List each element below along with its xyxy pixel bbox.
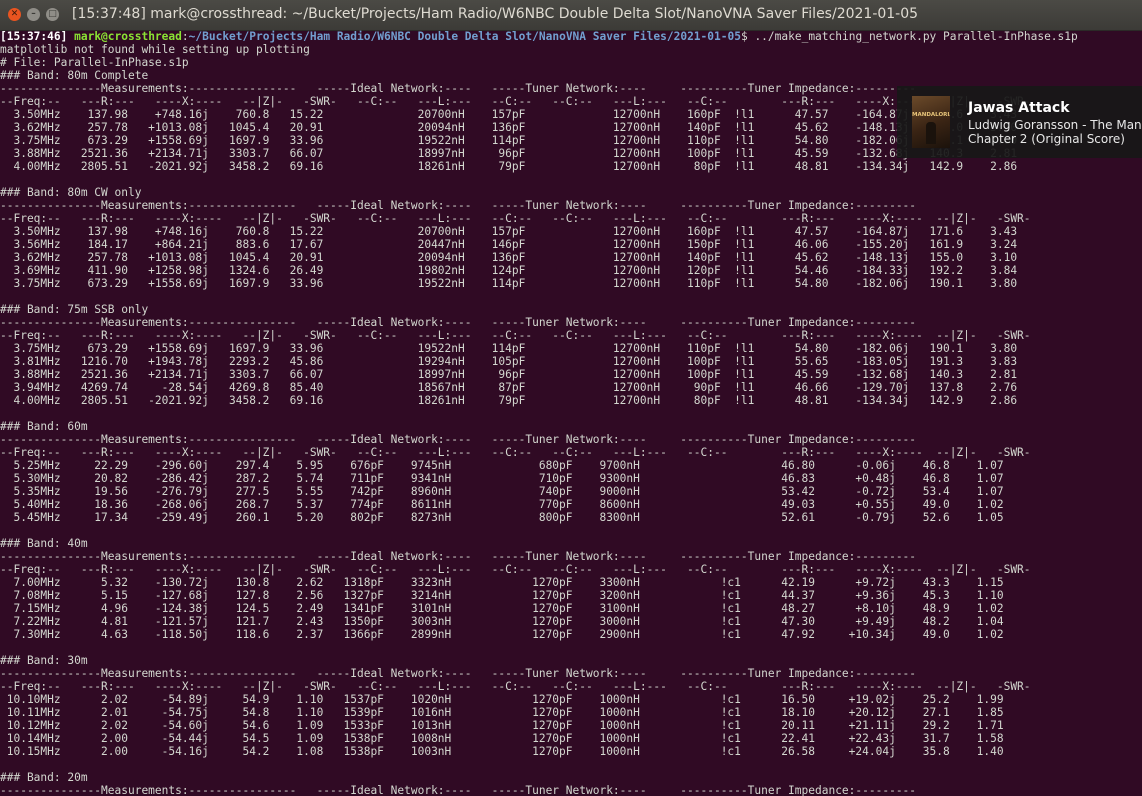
maximize-icon: □: [48, 9, 57, 19]
terminal-line: 3.69MHz 411.90 +1258.98j 1324.6 26.49 19…: [0, 264, 1018, 277]
terminal-line: 3.75MHz 673.29 +1558.69j 1697.9 33.96 19…: [0, 342, 1018, 355]
terminal-line: 3.50MHz 137.98 +748.16j 760.8 15.22 2070…: [0, 225, 1018, 238]
terminal-line: ### Band: 20m: [0, 771, 88, 784]
terminal-line: 10.10MHz 2.02 -54.89j 54.9 1.10 1537pF 1…: [0, 693, 1004, 706]
terminal-line: 4.00MHz 2805.51 -2021.92j 3458.2 69.16 1…: [0, 394, 1018, 407]
album-art-text: MANDALORIAN: [912, 112, 950, 118]
terminal-line: ---------------Measurements:------------…: [0, 433, 917, 446]
terminal-line: # File: Parallel-InPhase.s1p: [0, 56, 189, 69]
terminal-line: matplotlib not found while setting up pl…: [0, 43, 310, 56]
album-art-figure: [926, 122, 936, 144]
prompt-cwd: ~/Bucket/Projects/Ham Radio/W6NBC Double…: [188, 30, 741, 43]
minimize-icon: –: [31, 9, 36, 19]
minimize-window-button[interactable]: –: [27, 8, 40, 21]
terminal-line: ---------------Measurements:------------…: [0, 784, 917, 796]
terminal-line: --Freq:-- ---R:--- ----X:---- --|Z|- -SW…: [0, 446, 1031, 459]
prompt-dollar: $: [740, 30, 748, 43]
prompt-separator: :: [181, 30, 189, 43]
terminal-line: 5.30MHz 20.82 -286.42j 287.2 5.74 711pF …: [0, 472, 1004, 485]
terminal-line: 3.88MHz 2521.36 +2134.71j 3303.7 66.07 1…: [0, 368, 1018, 381]
terminal-line: ---------------Measurements:------------…: [0, 550, 917, 563]
terminal-line: 10.14MHz 2.00 -54.44j 54.5 1.09 1538pF 1…: [0, 732, 1004, 745]
terminal-line: 4.00MHz 2805.51 -2021.92j 3458.2 69.16 1…: [0, 160, 1018, 173]
terminal-line: ### Band: 30m: [0, 654, 88, 667]
notification-album: Chapter 2 (Original Score): [968, 132, 1125, 146]
terminal-line: 7.15MHz 4.96 -124.38j 124.5 2.49 1341pF …: [0, 602, 1004, 615]
terminal-line: 10.15MHz 2.00 -54.16j 54.2 1.08 1538pF 1…: [0, 745, 1004, 758]
terminal-line: ---------------Measurements:------------…: [0, 316, 917, 329]
terminal-line: 5.45MHz 17.34 -259.49j 260.1 5.20 802pF …: [0, 511, 1004, 524]
command-text: ../make_matching_network.py Parallel-InP…: [747, 30, 1078, 43]
terminal-line: 3.56MHz 184.17 +864.21j 883.6 17.67 2044…: [0, 238, 1018, 251]
terminal-line: 10.12MHz 2.02 -54.60j 54.6 1.09 1533pF 1…: [0, 719, 1004, 732]
terminal-line: ---------------Measurements:------------…: [0, 667, 917, 680]
terminal-line: --Freq:-- ---R:--- ----X:---- --|Z|- -SW…: [0, 329, 1031, 342]
terminal-line: ### Band: 80m Complete: [0, 69, 149, 82]
album-art: MANDALORIAN: [912, 96, 950, 148]
terminal-line: 5.40MHz 18.36 -268.06j 268.7 5.37 774pF …: [0, 498, 1004, 511]
terminal-line: 3.81MHz 1216.70 +1943.78j 2293.2 45.86 1…: [0, 355, 1018, 368]
terminal-line: ### Band: 60m: [0, 420, 88, 433]
prompt-time: [15:37:46]: [0, 30, 68, 43]
close-window-button[interactable]: ✕: [8, 8, 21, 21]
terminal-line: ---------------Measurements:------------…: [0, 199, 917, 212]
terminal-line: ### Band: 40m: [0, 537, 88, 550]
terminal-line: 5.25MHz 22.29 -296.60j 297.4 5.95 676pF …: [0, 459, 1004, 472]
terminal-line: --Freq:-- ---R:--- ----X:---- --|Z|- -SW…: [0, 563, 1031, 576]
terminal-line: ### Band: 75m SSB only: [0, 303, 149, 316]
terminal-line: 7.08MHz 5.15 -127.68j 127.8 2.56 1327pF …: [0, 589, 1004, 602]
title-bar[interactable]: ✕ – □ [15:37:48] mark@crossthread: ~/Buc…: [0, 0, 1142, 31]
terminal-line: 3.75MHz 673.29 +1558.69j 1697.9 33.96 19…: [0, 277, 1018, 290]
terminal-line: ### Band: 80m CW only: [0, 186, 142, 199]
window-title: [15:37:48] mark@crossthread: ~/Bucket/Pr…: [72, 6, 919, 22]
maximize-window-button[interactable]: □: [46, 8, 59, 21]
terminal-line: 3.94MHz 4269.74 -28.54j 4269.8 85.40 185…: [0, 381, 1018, 394]
terminal-line: 5.35MHz 19.56 -276.79j 277.5 5.55 742pF …: [0, 485, 1004, 498]
terminal-line: --Freq:-- ---R:--- ----X:---- --|Z|- -SW…: [0, 212, 1031, 225]
terminal-line: 7.30MHz 4.63 -118.50j 118.6 2.37 1366pF …: [0, 628, 1004, 641]
terminal-line: 3.62MHz 257.78 +1013.08j 1045.4 20.91 20…: [0, 251, 1018, 264]
media-notification[interactable]: MANDALORIAN Jawas Attack Ludwig Goransso…: [897, 86, 1142, 158]
notification-title: Jawas Attack: [968, 100, 1070, 116]
terminal-line: --Freq:-- ---R:--- ----X:---- --|Z|- -SW…: [0, 680, 1031, 693]
prompt-line: [15:37:46] mark@crossthread:~/Bucket/Pro…: [0, 30, 1142, 43]
terminal-line: 7.22MHz 4.81 -121.57j 121.7 2.43 1350pF …: [0, 615, 1004, 628]
close-icon: ✕: [10, 9, 19, 19]
terminal-line: 7.00MHz 5.32 -130.72j 130.8 2.62 1318pF …: [0, 576, 1004, 589]
prompt-userhost: mark@crossthread: [74, 30, 182, 43]
notification-artist: Ludwig Goransson - The Mandalorian:: [968, 118, 1142, 132]
terminal-line: 10.11MHz 2.01 -54.75j 54.8 1.10 1539pF 1…: [0, 706, 1004, 719]
